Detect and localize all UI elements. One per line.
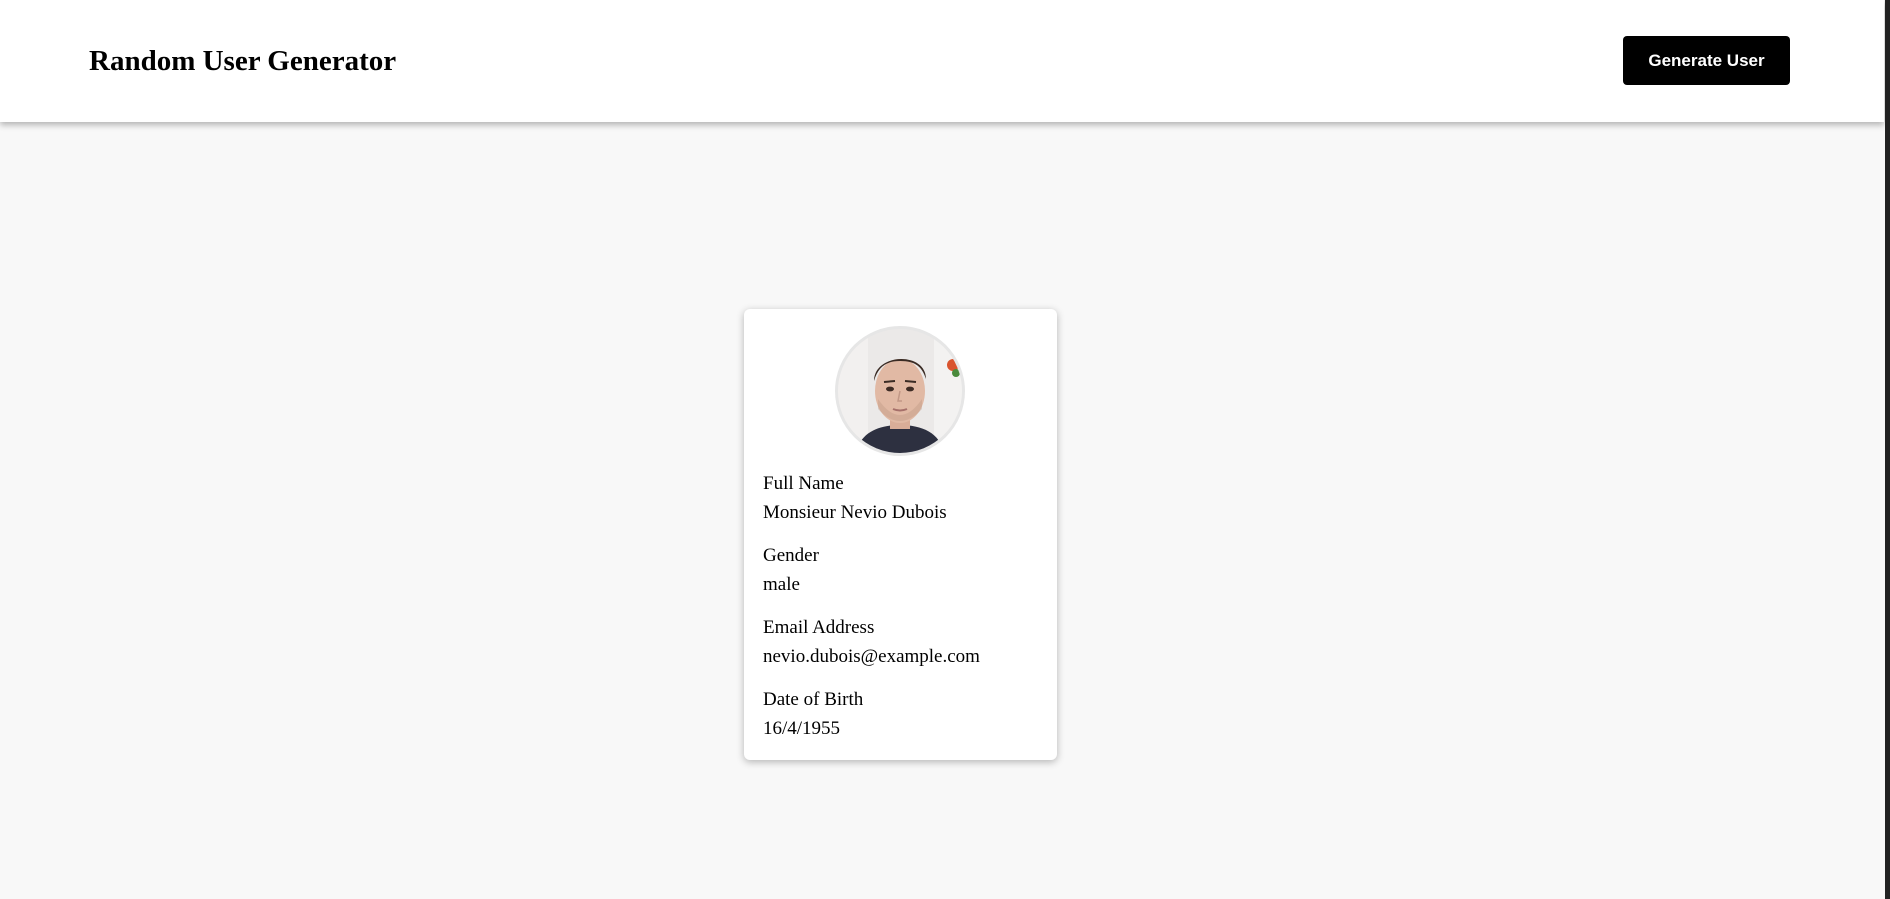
email-field: Email Address nevio.dubois@example.com	[763, 613, 980, 671]
full-name-field: Full Name Monsieur Nevio Dubois	[763, 469, 947, 527]
user-portrait-image	[838, 329, 962, 453]
gender-value: male	[763, 574, 800, 595]
window-edge	[1885, 0, 1890, 899]
user-avatar	[838, 329, 962, 453]
generate-user-button[interactable]: Generate User	[1623, 36, 1790, 85]
email-value: nevio.dubois@example.com	[763, 646, 980, 667]
user-card: Full Name Monsieur Nevio Dubois Gender m…	[744, 309, 1057, 760]
full-name-value: Monsieur Nevio Dubois	[763, 502, 947, 523]
gender-field: Gender male	[763, 541, 819, 599]
date-of-birth-label: Date of Birth	[763, 689, 864, 710]
gender-label: Gender	[763, 545, 819, 566]
date-of-birth-value: 16/4/1955	[763, 718, 841, 739]
email-label: Email Address	[763, 617, 875, 638]
date-of-birth-field: Date of Birth 16/4/1955	[763, 685, 863, 743]
full-name-label: Full Name	[763, 473, 844, 494]
app-header: Random User Generator Generate User	[0, 0, 1884, 122]
app-title: Random User Generator	[89, 45, 397, 77]
